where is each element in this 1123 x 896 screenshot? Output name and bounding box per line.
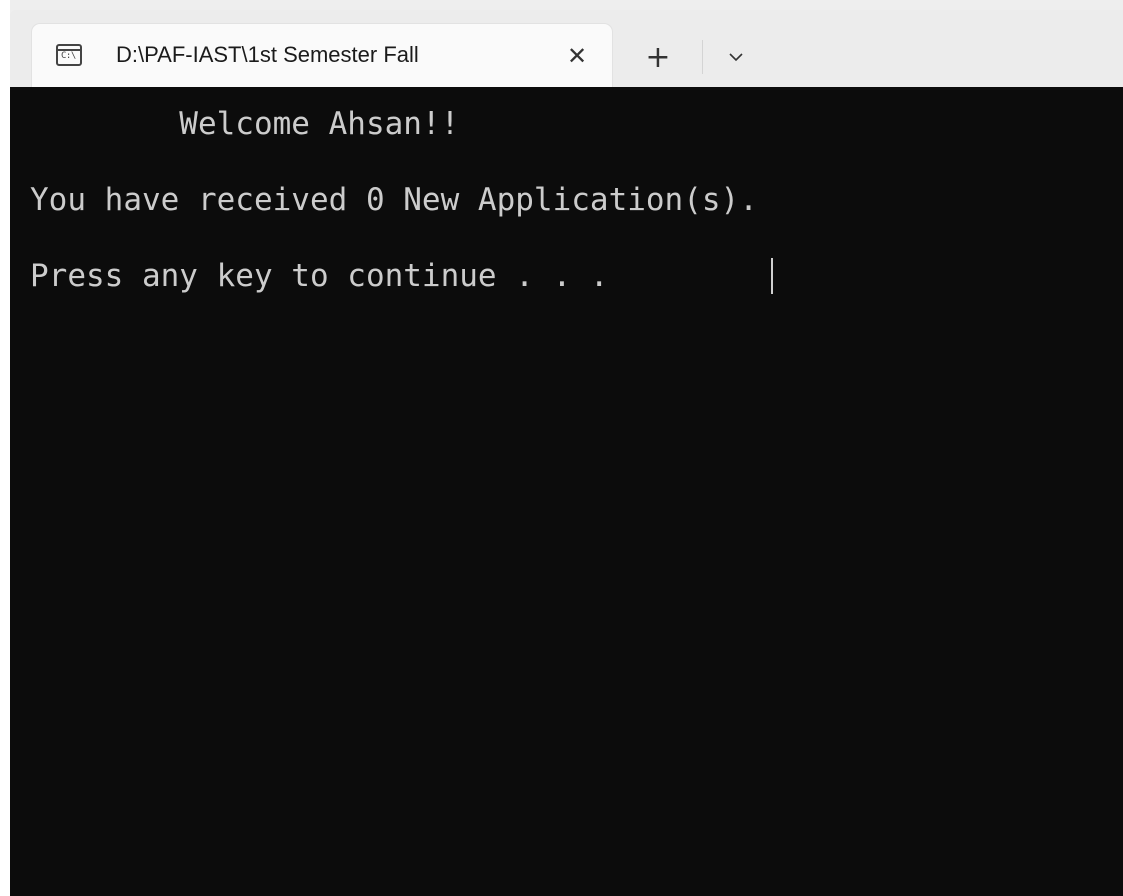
tab-title: D:\PAF-IAST\1st Semester Fall [116, 42, 419, 67]
window-edge [0, 0, 10, 896]
close-tab-button[interactable]: ✕ [562, 41, 592, 71]
tab-active[interactable]: C:\ D:\PAF-IAST\1st Semester Fall ✕ [32, 24, 612, 87]
text-cursor [771, 258, 773, 294]
tab-dropdown-button[interactable] [716, 40, 756, 74]
console-output[interactable]: Welcome Ahsan!! You have received 0 New … [10, 87, 1123, 896]
chevron-down-icon [729, 53, 743, 62]
console-line-welcome: Welcome Ahsan!! [30, 106, 460, 142]
cmd-icon: C:\ [56, 44, 82, 66]
title-bar: C:\ D:\PAF-IAST\1st Semester Fall ✕ + [10, 10, 1123, 87]
console-line-applications: You have received 0 New Application(s). [30, 182, 758, 218]
terminal-window: C:\ D:\PAF-IAST\1st Semester Fall ✕ + We… [0, 0, 1123, 896]
tab-separator [702, 40, 703, 74]
new-tab-button[interactable]: + [638, 38, 678, 78]
console-line-prompt: Press any key to continue . . . [30, 258, 609, 294]
